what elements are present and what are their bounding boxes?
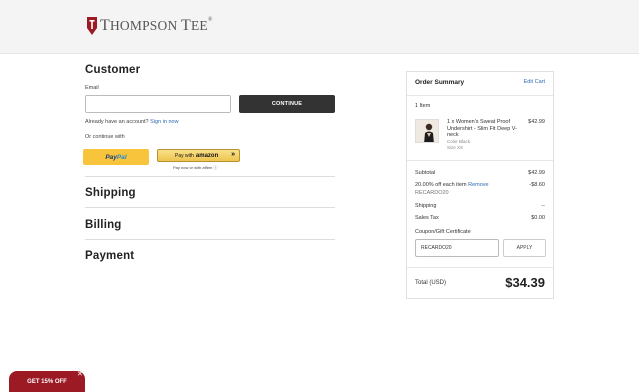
section-divider: [85, 207, 335, 208]
discount-label: 20.00% off each item: [415, 182, 467, 188]
continue-with-label: Or continue with: [85, 134, 125, 140]
total-value: $34.39: [505, 275, 545, 290]
brand-initial-1: T: [100, 17, 110, 34]
edit-cart-link[interactable]: Edit Cart: [524, 79, 545, 86]
brand-text-1: HOMPSON: [109, 18, 181, 33]
close-icon[interactable]: ✕: [77, 371, 83, 378]
brand-registered-mark: ®: [207, 17, 213, 23]
subtotal-label: Subtotal: [415, 170, 436, 176]
total-label: Total (USD): [415, 280, 447, 286]
paypal-text-pay: Pay: [105, 153, 117, 161]
shipping-heading[interactable]: Shipping: [85, 187, 136, 199]
customer-heading: Customer: [85, 64, 141, 76]
shipping-value: --: [541, 203, 545, 209]
discount-value: -$8.60: [529, 182, 545, 188]
summary-divider: [407, 160, 553, 161]
item-name: 1 x Women's Sweat Proof Undershirt - Sli…: [447, 119, 517, 139]
logo-shield-icon: [87, 17, 97, 35]
amazon-pay-button[interactable]: Pay with amazon »: [157, 149, 240, 162]
order-summary-panel: Order Summary Edit Cart 1 Item 1 x Women…: [406, 71, 554, 299]
summary-divider: [407, 267, 553, 268]
shipping-label: Shipping: [415, 203, 437, 209]
section-divider: [85, 239, 335, 240]
brand-initial-2: T: [180, 17, 191, 34]
remove-discount-link[interactable]: Remove: [468, 182, 488, 188]
coupon-field[interactable]: RECARDO20: [415, 239, 499, 257]
brand-name: THOMPSON TEE®: [100, 17, 213, 35]
chevron-double-right-icon: »: [231, 151, 235, 158]
email-label: Email: [85, 85, 99, 91]
site-header: THOMPSON TEE®: [0, 0, 639, 54]
subtotal-value: $42.99: [528, 170, 545, 176]
brand-text-2: EE: [190, 18, 208, 33]
discount-label-group: 20.00% off each item Remove: [415, 182, 489, 188]
order-summary-header: Order Summary Edit Cart: [415, 79, 545, 86]
promo-tab-button[interactable]: GET 15% OFF: [9, 371, 85, 392]
apply-coupon-button[interactable]: APPLY: [503, 239, 546, 257]
item-price: $42.99: [528, 119, 545, 125]
tax-label: Sales Tax: [415, 215, 439, 221]
product-thumbnail: [415, 119, 439, 143]
summary-divider: [407, 95, 553, 96]
amazon-pay-prefix: Pay with: [175, 152, 194, 159]
item-count-row: 1 Item: [415, 103, 545, 109]
brand-logo[interactable]: THOMPSON TEE®: [87, 17, 213, 35]
account-prompt-text: Already have an account?: [85, 119, 149, 125]
billing-heading[interactable]: Billing: [85, 219, 122, 231]
discount-code-row: RECARDO20: [415, 190, 545, 196]
order-summary-title: Order Summary: [415, 79, 465, 86]
coupon-label-row: Coupon/Gift Certificate: [415, 229, 545, 235]
discount-code: RECARDO20: [415, 190, 449, 196]
sign-in-link[interactable]: Sign in now: [150, 119, 178, 125]
payment-heading[interactable]: Payment: [85, 250, 134, 262]
sign-in-prompt: Already have an account? Sign in now: [85, 119, 179, 125]
coupon-label: Coupon/Gift Certificate: [415, 229, 471, 235]
discount-row: 20.00% off each item Remove -$8.60: [415, 182, 545, 188]
item-count: 1 Item: [415, 103, 431, 109]
affirm-note[interactable]: Pay now or with affirm ⓘ: [173, 165, 217, 171]
tax-row: Sales Tax $0.00: [415, 215, 545, 221]
tax-value: $0.00: [531, 215, 545, 221]
item-color: Color Black: [447, 139, 471, 144]
email-field[interactable]: [85, 95, 231, 113]
continue-button[interactable]: CONTINUE: [239, 95, 335, 113]
paypal-button[interactable]: Pay Pal: [83, 149, 149, 165]
section-divider: [85, 176, 335, 177]
paypal-text-pal: Pal: [116, 153, 127, 161]
amazon-logo: amazon: [195, 152, 219, 159]
product-photo-icon: [416, 120, 438, 142]
shipping-row: Shipping --: [415, 203, 545, 209]
item-size: Size XS: [447, 145, 464, 150]
subtotal-row: Subtotal $42.99: [415, 170, 545, 176]
